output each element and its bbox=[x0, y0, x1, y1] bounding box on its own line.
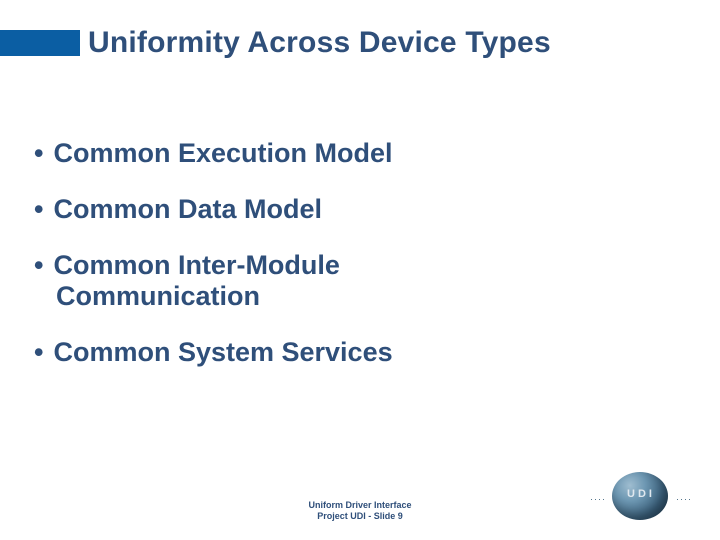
logo-text: UDI bbox=[606, 488, 676, 500]
bullet-text: Common Inter-Module bbox=[53, 250, 339, 280]
bullet-text: Common System Services bbox=[53, 337, 392, 367]
title-accent-block bbox=[0, 30, 80, 56]
bullet-item: Common Inter-ModuleCommunication bbox=[34, 250, 686, 310]
slide: Uniformity Across Device Types Common Ex… bbox=[0, 0, 720, 540]
bullet-text-line2: Communication bbox=[56, 281, 686, 311]
udi-logo: ···· UDI ···· bbox=[606, 472, 676, 520]
bullet-item: Common System Services bbox=[34, 337, 686, 367]
slide-title: Uniformity Across Device Types bbox=[88, 26, 551, 60]
logo-dots-left: ···· bbox=[590, 494, 606, 504]
bullet-item: Common Data Model bbox=[34, 194, 686, 224]
bullet-item: Common Execution Model bbox=[34, 138, 686, 168]
logo-dots-right: ···· bbox=[676, 494, 692, 504]
title-bar: Uniformity Across Device Types bbox=[0, 26, 720, 60]
bullet-text: Common Execution Model bbox=[53, 138, 392, 168]
bullet-list: Common Execution Model Common Data Model… bbox=[34, 138, 686, 393]
bullet-text: Common Data Model bbox=[53, 194, 322, 224]
